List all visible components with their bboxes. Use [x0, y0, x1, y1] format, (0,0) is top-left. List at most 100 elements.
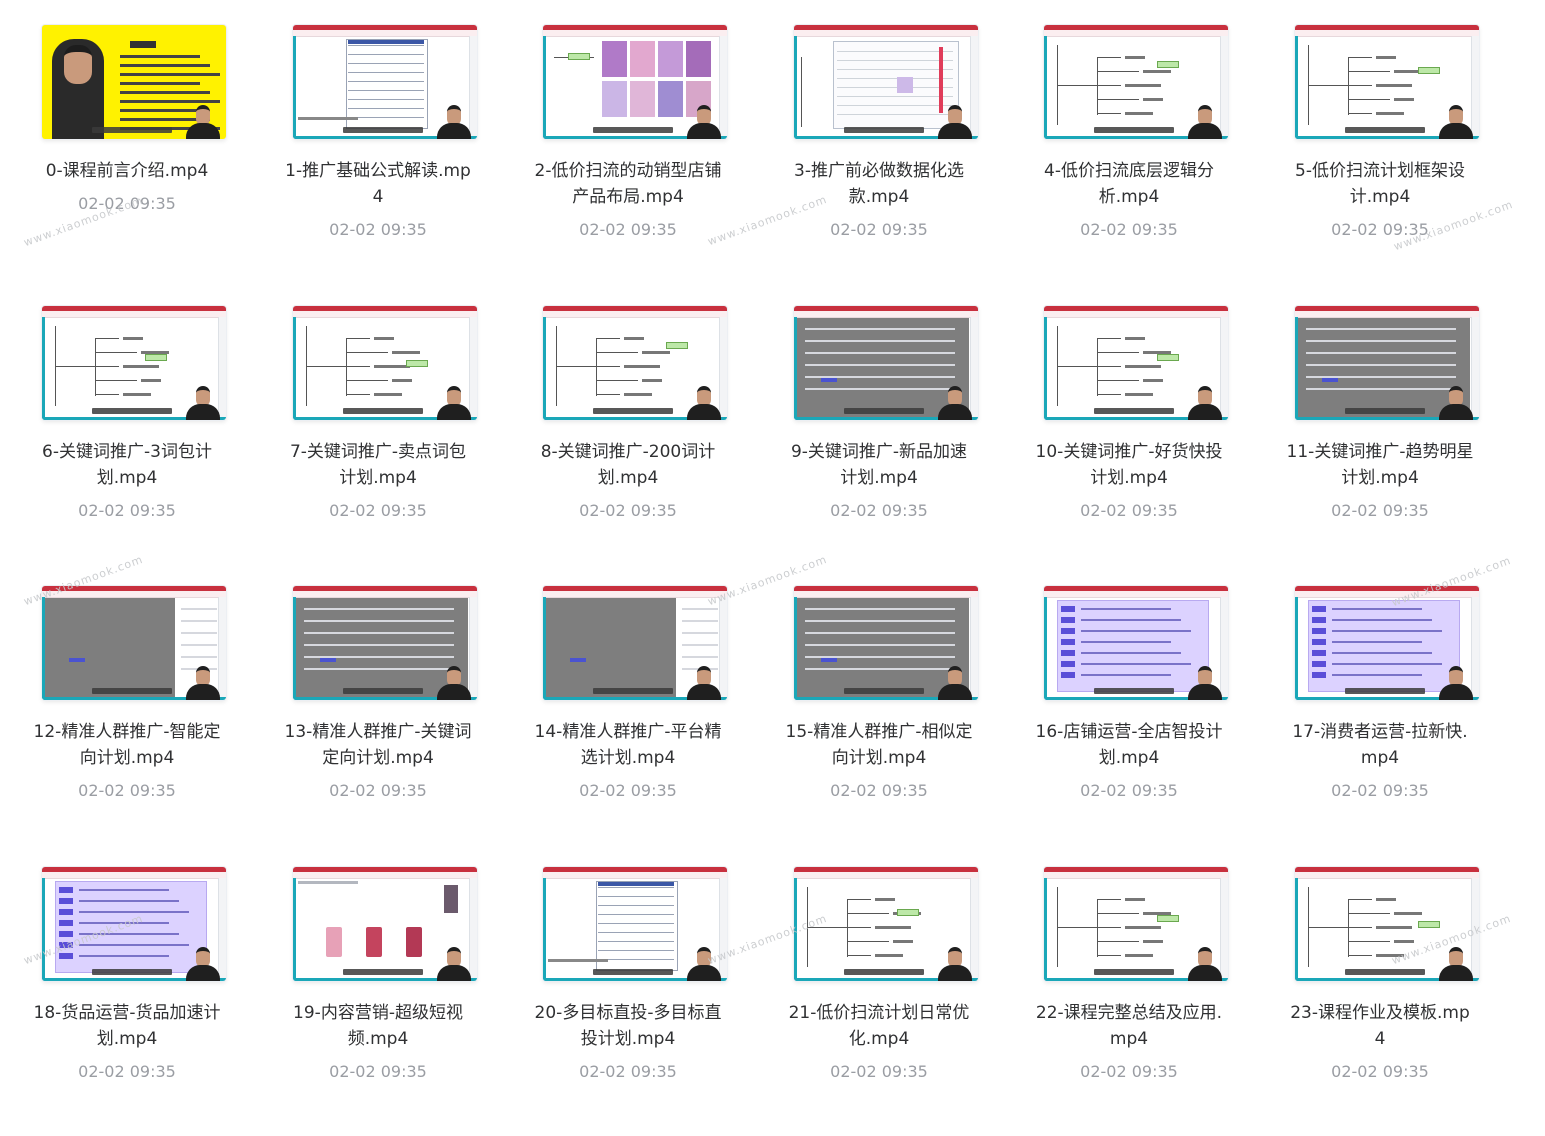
file-name[interactable]: 9-关键词推广-新品加速计划.mp4	[759, 439, 999, 491]
file-name[interactable]: 23-课程作业及模板.mp4	[1260, 1000, 1500, 1052]
file-name-text[interactable]: 14-精准人群推广-平台精选计划.mp4	[533, 719, 723, 771]
browser-tabs	[293, 872, 477, 879]
file-name-text[interactable]: 10-关键词推广-好货快投计划.mp4	[1034, 439, 1224, 491]
file-tile[interactable]: 10-关键词推广-好货快投计划.mp4 02-02 09:35	[1009, 281, 1249, 541]
file-name-text[interactable]: 11-关键词推广-趋势明星计划.mp4	[1285, 439, 1475, 491]
video-thumbnail[interactable]	[1044, 306, 1228, 420]
file-tile[interactable]: 17-消费者运营-拉新快.mp4 02-02 09:35	[1260, 561, 1500, 821]
video-thumbnail[interactable]	[293, 867, 477, 981]
file-name[interactable]: 20-多目标直投-多目标直投计划.mp4	[508, 1000, 748, 1052]
file-tile[interactable]: 3-推广前必做数据化选款.mp4 02-02 09:35	[759, 0, 999, 260]
mindmap-node	[1125, 393, 1153, 396]
file-tile[interactable]: 23-课程作业及模板.mp4 02-02 09:35	[1260, 842, 1500, 1102]
file-tile[interactable]: 21-低价扫流计划日常优化.mp4 02-02 09:35	[759, 842, 999, 1102]
video-thumbnail[interactable]	[794, 306, 978, 420]
file-name-text[interactable]: 0-课程前言介绍.mp4	[32, 158, 222, 184]
file-name-text[interactable]: 13-精准人群推广-关键词定向计划.mp4	[283, 719, 473, 771]
button-badge	[1322, 378, 1338, 382]
file-name-text[interactable]: 22-课程完整总结及应用.mp4	[1034, 1000, 1224, 1052]
video-thumbnail[interactable]	[1044, 867, 1228, 981]
file-tile[interactable]: 22-课程完整总结及应用.mp4 02-02 09:35	[1009, 842, 1249, 1102]
subtitle-bar	[1094, 127, 1174, 133]
file-name-text[interactable]: 2-低价扫流的动销型店铺产品布局.mp4	[533, 158, 723, 210]
video-thumbnail[interactable]	[794, 586, 978, 700]
file-name[interactable]: 12-精准人群推广-智能定向计划.mp4	[7, 719, 247, 771]
file-tile[interactable]: 7-关键词推广-卖点词包计划.mp4 02-02 09:35	[258, 281, 498, 541]
video-thumbnail[interactable]	[1044, 25, 1228, 139]
video-thumbnail[interactable]	[1044, 586, 1228, 700]
mindmap-highlight	[897, 909, 919, 916]
file-name-text[interactable]: 5-低价扫流计划框架设计.mp4	[1285, 158, 1475, 210]
file-name-text[interactable]: 8-关键词推广-200词计划.mp4	[533, 439, 723, 491]
file-name-text[interactable]: 7-关键词推广-卖点词包计划.mp4	[283, 439, 473, 491]
video-thumbnail[interactable]	[543, 306, 727, 420]
video-thumbnail[interactable]	[1295, 586, 1479, 700]
file-name[interactable]: 17-消费者运营-拉新快.mp4	[1260, 719, 1500, 771]
file-name[interactable]: 14-精准人群推广-平台精选计划.mp4	[508, 719, 748, 771]
file-name-text[interactable]: 19-内容营销-超级短视频.mp4	[283, 1000, 473, 1052]
file-name-text[interactable]: 20-多目标直投-多目标直投计划.mp4	[533, 1000, 723, 1052]
file-tile[interactable]: 8-关键词推广-200词计划.mp4 02-02 09:35	[508, 281, 748, 541]
file-tile[interactable]: 9-关键词推广-新品加速计划.mp4 02-02 09:35	[759, 281, 999, 541]
file-tile[interactable]: 15-精准人群推广-相似定向计划.mp4 02-02 09:35	[759, 561, 999, 821]
file-name-text[interactable]: 16-店铺运营-全店智投计划.mp4	[1034, 719, 1224, 771]
file-name-text[interactable]: 12-精准人群推广-智能定向计划.mp4	[32, 719, 222, 771]
file-name[interactable]: 3-推广前必做数据化选款.mp4	[759, 158, 999, 210]
file-name-text[interactable]: 15-精准人群推广-相似定向计划.mp4	[784, 719, 974, 771]
file-name[interactable]: 6-关键词推广-3词包计划.mp4	[7, 439, 247, 491]
video-thumbnail[interactable]	[1295, 306, 1479, 420]
video-thumbnail[interactable]	[293, 25, 477, 139]
video-thumbnail[interactable]	[543, 586, 727, 700]
file-name[interactable]: 5-低价扫流计划框架设计.mp4	[1260, 158, 1500, 210]
file-name[interactable]: 1-推广基础公式解读.mp4	[258, 158, 498, 210]
presenter-body	[1439, 404, 1473, 420]
file-name[interactable]: 22-课程完整总结及应用.mp4	[1009, 1000, 1249, 1052]
file-tile[interactable]: 11-关键词推广-趋势明星计划.mp4 02-02 09:35	[1260, 281, 1500, 541]
file-name[interactable]: 16-店铺运营-全店智投计划.mp4	[1009, 719, 1249, 771]
video-thumbnail[interactable]	[42, 306, 226, 420]
video-thumbnail[interactable]	[293, 586, 477, 700]
file-tile[interactable]: 4-低价扫流底层逻辑分析.mp4 02-02 09:35	[1009, 0, 1249, 260]
data-row	[837, 78, 953, 79]
file-name[interactable]: 15-精准人群推广-相似定向计划.mp4	[759, 719, 999, 771]
file-tile[interactable]: 6-关键词推广-3词包计划.mp4 02-02 09:35	[7, 281, 247, 541]
file-name[interactable]: 8-关键词推广-200词计划.mp4	[508, 439, 748, 491]
video-thumbnail[interactable]	[42, 25, 226, 139]
file-name[interactable]: 2-低价扫流的动销型店铺产品布局.mp4	[508, 158, 748, 210]
video-thumbnail[interactable]	[1295, 867, 1479, 981]
video-thumbnail[interactable]	[543, 25, 727, 139]
file-tile[interactable]: 20-多目标直投-多目标直投计划.mp4 02-02 09:35	[508, 842, 748, 1102]
file-name[interactable]: 21-低价扫流计划日常优化.mp4	[759, 1000, 999, 1052]
file-tile[interactable]: 19-内容营销-超级短视频.mp4 02-02 09:35	[258, 842, 498, 1102]
file-tile[interactable]: 2-低价扫流的动销型店铺产品布局.mp4 02-02 09:35	[508, 0, 748, 260]
video-thumbnail[interactable]	[794, 25, 978, 139]
file-name[interactable]: 10-关键词推广-好货快投计划.mp4	[1009, 439, 1249, 491]
video-thumbnail[interactable]	[1295, 25, 1479, 139]
subtitle-bar	[343, 408, 423, 414]
file-name[interactable]: 13-精准人群推广-关键词定向计划.mp4	[258, 719, 498, 771]
file-name[interactable]: 18-货品运营-货品加速计划.mp4	[7, 1000, 247, 1052]
mindmap-sub-trunk	[346, 338, 347, 396]
file-name[interactable]: 11-关键词推广-趋势明星计划.mp4	[1260, 439, 1500, 491]
file-name[interactable]: 19-内容营销-超级短视频.mp4	[258, 1000, 498, 1052]
video-thumbnail[interactable]	[293, 306, 477, 420]
video-thumbnail[interactable]	[543, 867, 727, 981]
file-name-text[interactable]: 9-关键词推广-新品加速计划.mp4	[784, 439, 974, 491]
file-name[interactable]: 0-课程前言介绍.mp4	[7, 158, 247, 184]
file-name[interactable]: 7-关键词推广-卖点词包计划.mp4	[258, 439, 498, 491]
file-name-text[interactable]: 6-关键词推广-3词包计划.mp4	[32, 439, 222, 491]
file-tile[interactable]: 16-店铺运营-全店智投计划.mp4 02-02 09:35	[1009, 561, 1249, 821]
file-tile[interactable]: 18-货品运营-货品加速计划.mp4 02-02 09:35	[7, 842, 247, 1102]
file-name-text[interactable]: 4-低价扫流底层逻辑分析.mp4	[1034, 158, 1224, 210]
purple-chip	[1312, 617, 1326, 623]
file-tile[interactable]: 0-课程前言介绍.mp4 02-02 09:35	[7, 0, 247, 260]
file-name-text[interactable]: 18-货品运营-货品加速计划.mp4	[32, 1000, 222, 1052]
file-name-text[interactable]: 21-低价扫流计划日常优化.mp4	[784, 1000, 974, 1052]
file-name-text[interactable]: 17-消费者运营-拉新快.mp4	[1285, 719, 1475, 771]
file-name-text[interactable]: 1-推广基础公式解读.mp4	[283, 158, 473, 210]
file-name-text[interactable]: 23-课程作业及模板.mp4	[1285, 1000, 1475, 1052]
file-tile[interactable]: 1-推广基础公式解读.mp4 02-02 09:35	[258, 0, 498, 260]
file-name[interactable]: 4-低价扫流底层逻辑分析.mp4	[1009, 158, 1249, 210]
video-thumbnail[interactable]	[42, 586, 226, 700]
file-tile[interactable]: 13-精准人群推广-关键词定向计划.mp4 02-02 09:35	[258, 561, 498, 821]
